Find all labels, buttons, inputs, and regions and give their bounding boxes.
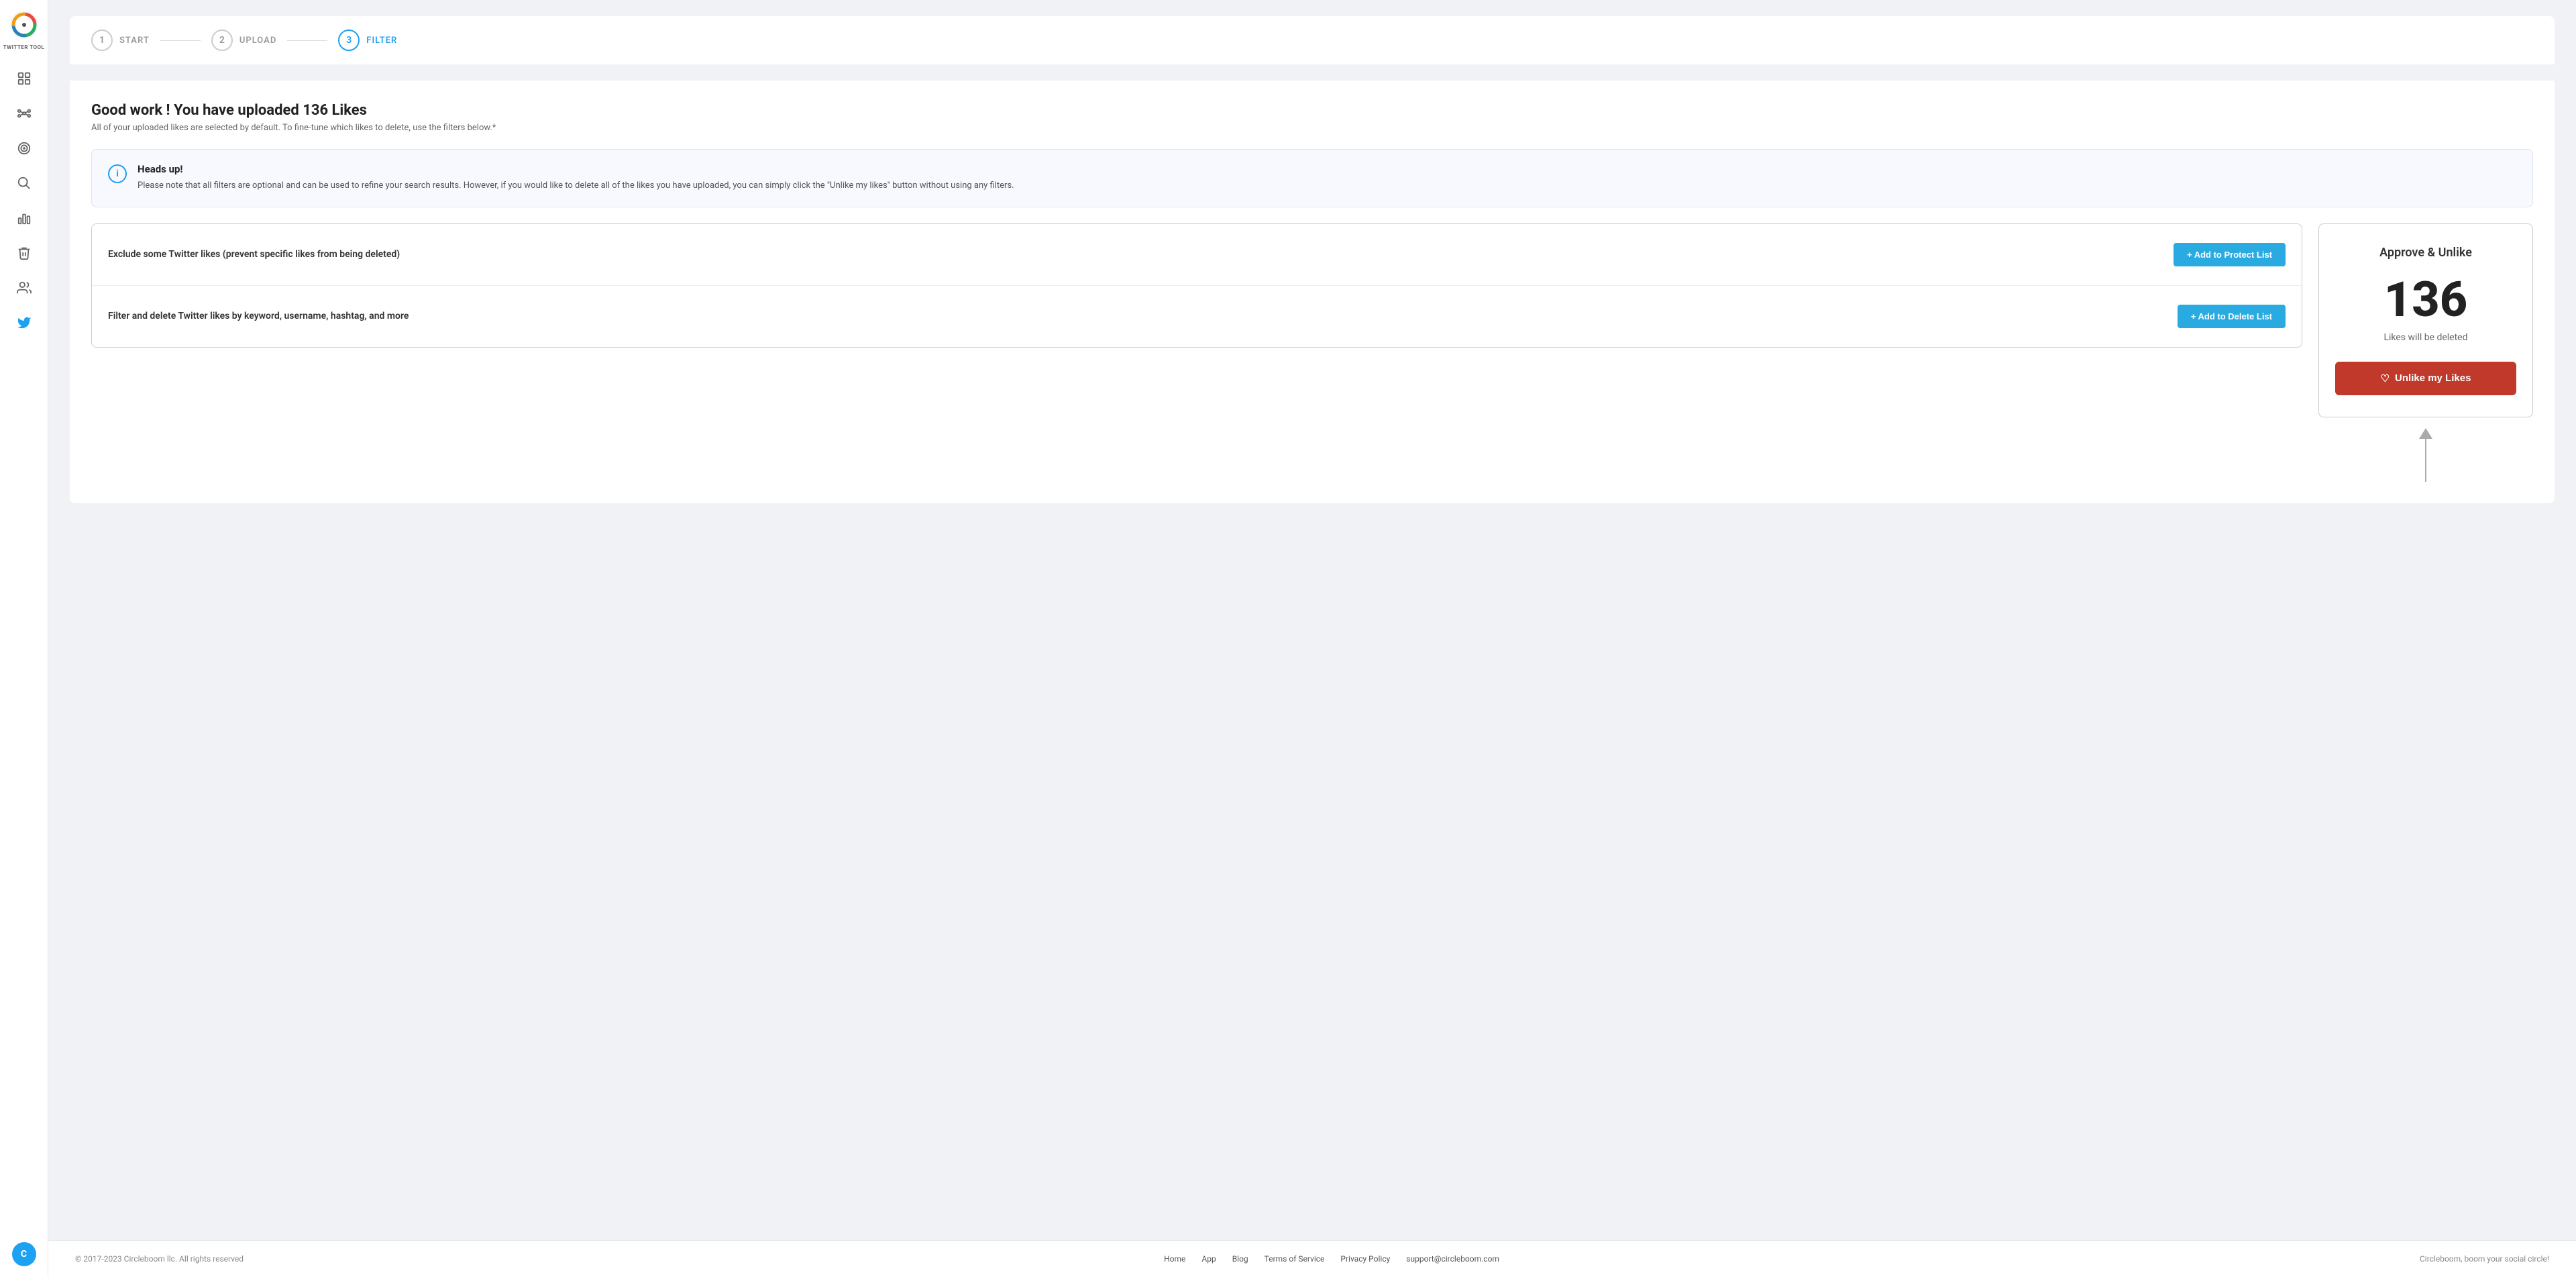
- footer-copyright: © 2017-2023 Circleboom llc. All rights r…: [75, 1254, 244, 1264]
- arrow-up-icon: [2418, 428, 2434, 482]
- sidebar-logo-label: TWITTER TOOL: [3, 44, 45, 50]
- footer: © 2017-2023 Circleboom llc. All rights r…: [48, 1240, 2576, 1277]
- sidebar-item-search[interactable]: [9, 168, 39, 198]
- arrow-container: [2318, 428, 2533, 482]
- step-2-label: UPLOAD: [239, 36, 276, 46]
- page-subtitle: All of your uploaded likes are selected …: [91, 123, 2533, 133]
- step-2[interactable]: 2 UPLOAD: [211, 30, 276, 51]
- step-divider-2: [287, 40, 327, 41]
- main-row: Exclude some Twitter likes (prevent spec…: [91, 223, 2533, 482]
- sidebar-item-dashboard[interactable]: [9, 64, 39, 93]
- stepper: 1 START 2 UPLOAD 3 FILTER: [70, 16, 2555, 64]
- approve-col: Approve & Unlike 136 Likes will be delet…: [2318, 223, 2533, 482]
- footer-link-home[interactable]: Home: [1164, 1254, 1185, 1264]
- approve-count: 136: [2335, 276, 2516, 324]
- filter-container: Exclude some Twitter likes (prevent spec…: [91, 223, 2302, 348]
- sidebar-item-twitter[interactable]: [9, 308, 39, 338]
- alert-box: i Heads up! Please note that all filters…: [91, 149, 2533, 207]
- add-to-protect-list-button[interactable]: + Add to Protect List: [2174, 243, 2286, 266]
- footer-link-support[interactable]: support@circleboom.com: [1406, 1254, 1499, 1264]
- step-3[interactable]: 3 FILTER: [338, 30, 397, 51]
- filter-text-0: Exclude some Twitter likes (prevent spec…: [108, 249, 400, 260]
- filter-row-1: Filter and delete Twitter likes by keywo…: [92, 285, 2302, 347]
- add-to-delete-list-button[interactable]: + Add to Delete List: [2178, 305, 2286, 328]
- sidebar-item-delete[interactable]: [9, 238, 39, 268]
- step-1-label: START: [119, 36, 150, 46]
- sidebar-item-network[interactable]: [9, 99, 39, 128]
- step-3-circle: 3: [338, 30, 360, 51]
- step-divider-1: [160, 40, 201, 41]
- alert-title: Heads up!: [138, 163, 1014, 175]
- page-header: Good work ! You have uploaded 136 Likes …: [91, 102, 2533, 133]
- sidebar: TWITTER TOOL: [0, 0, 48, 1277]
- sidebar-bottom: C: [12, 1242, 36, 1266]
- info-icon: i: [108, 164, 127, 183]
- footer-link-blog[interactable]: Blog: [1232, 1254, 1248, 1264]
- footer-link-app[interactable]: App: [1201, 1254, 1216, 1264]
- sidebar-logo[interactable]: [10, 11, 38, 42]
- footer-links: Home App Blog Terms of Service Privacy P…: [1164, 1254, 1499, 1264]
- filter-row-0: Exclude some Twitter likes (prevent spec…: [92, 224, 2302, 285]
- step-1[interactable]: 1 START: [91, 30, 150, 51]
- approve-label: Likes will be deleted: [2335, 332, 2516, 343]
- approve-card-title: Approve & Unlike: [2335, 246, 2516, 260]
- page-title: Good work ! You have uploaded 136 Likes: [91, 102, 2533, 119]
- sidebar-item-analytics[interactable]: [9, 203, 39, 233]
- alert-text: Please note that all filters are optiona…: [138, 179, 1014, 193]
- approve-card: Approve & Unlike 136 Likes will be delet…: [2318, 223, 2533, 417]
- sidebar-item-target[interactable]: [9, 134, 39, 163]
- unlike-my-likes-button[interactable]: ♡ Unlike my Likes: [2335, 362, 2516, 395]
- step-3-label: FILTER: [366, 36, 397, 46]
- sidebar-item-users[interactable]: [9, 273, 39, 303]
- main-content: 1 START 2 UPLOAD 3 FILTER Good: [48, 0, 2576, 1277]
- avatar[interactable]: C: [12, 1242, 36, 1266]
- alert-content: Heads up! Please note that all filters a…: [138, 163, 1014, 193]
- white-card: Good work ! You have uploaded 136 Likes …: [70, 81, 2555, 503]
- heart-icon: ♡: [2381, 372, 2390, 385]
- step-1-circle: 1: [91, 30, 113, 51]
- footer-tagline: Circleboom, boom your social circle!: [2420, 1254, 2549, 1264]
- step-2-circle: 2: [211, 30, 233, 51]
- filter-text-1: Filter and delete Twitter likes by keywo…: [108, 311, 409, 321]
- footer-link-privacy[interactable]: Privacy Policy: [1340, 1254, 1390, 1264]
- content-area: 1 START 2 UPLOAD 3 FILTER Good: [48, 0, 2576, 1240]
- footer-link-tos[interactable]: Terms of Service: [1265, 1254, 1325, 1264]
- sidebar-nav: [9, 64, 39, 1242]
- filters-col: Exclude some Twitter likes (prevent spec…: [91, 223, 2302, 348]
